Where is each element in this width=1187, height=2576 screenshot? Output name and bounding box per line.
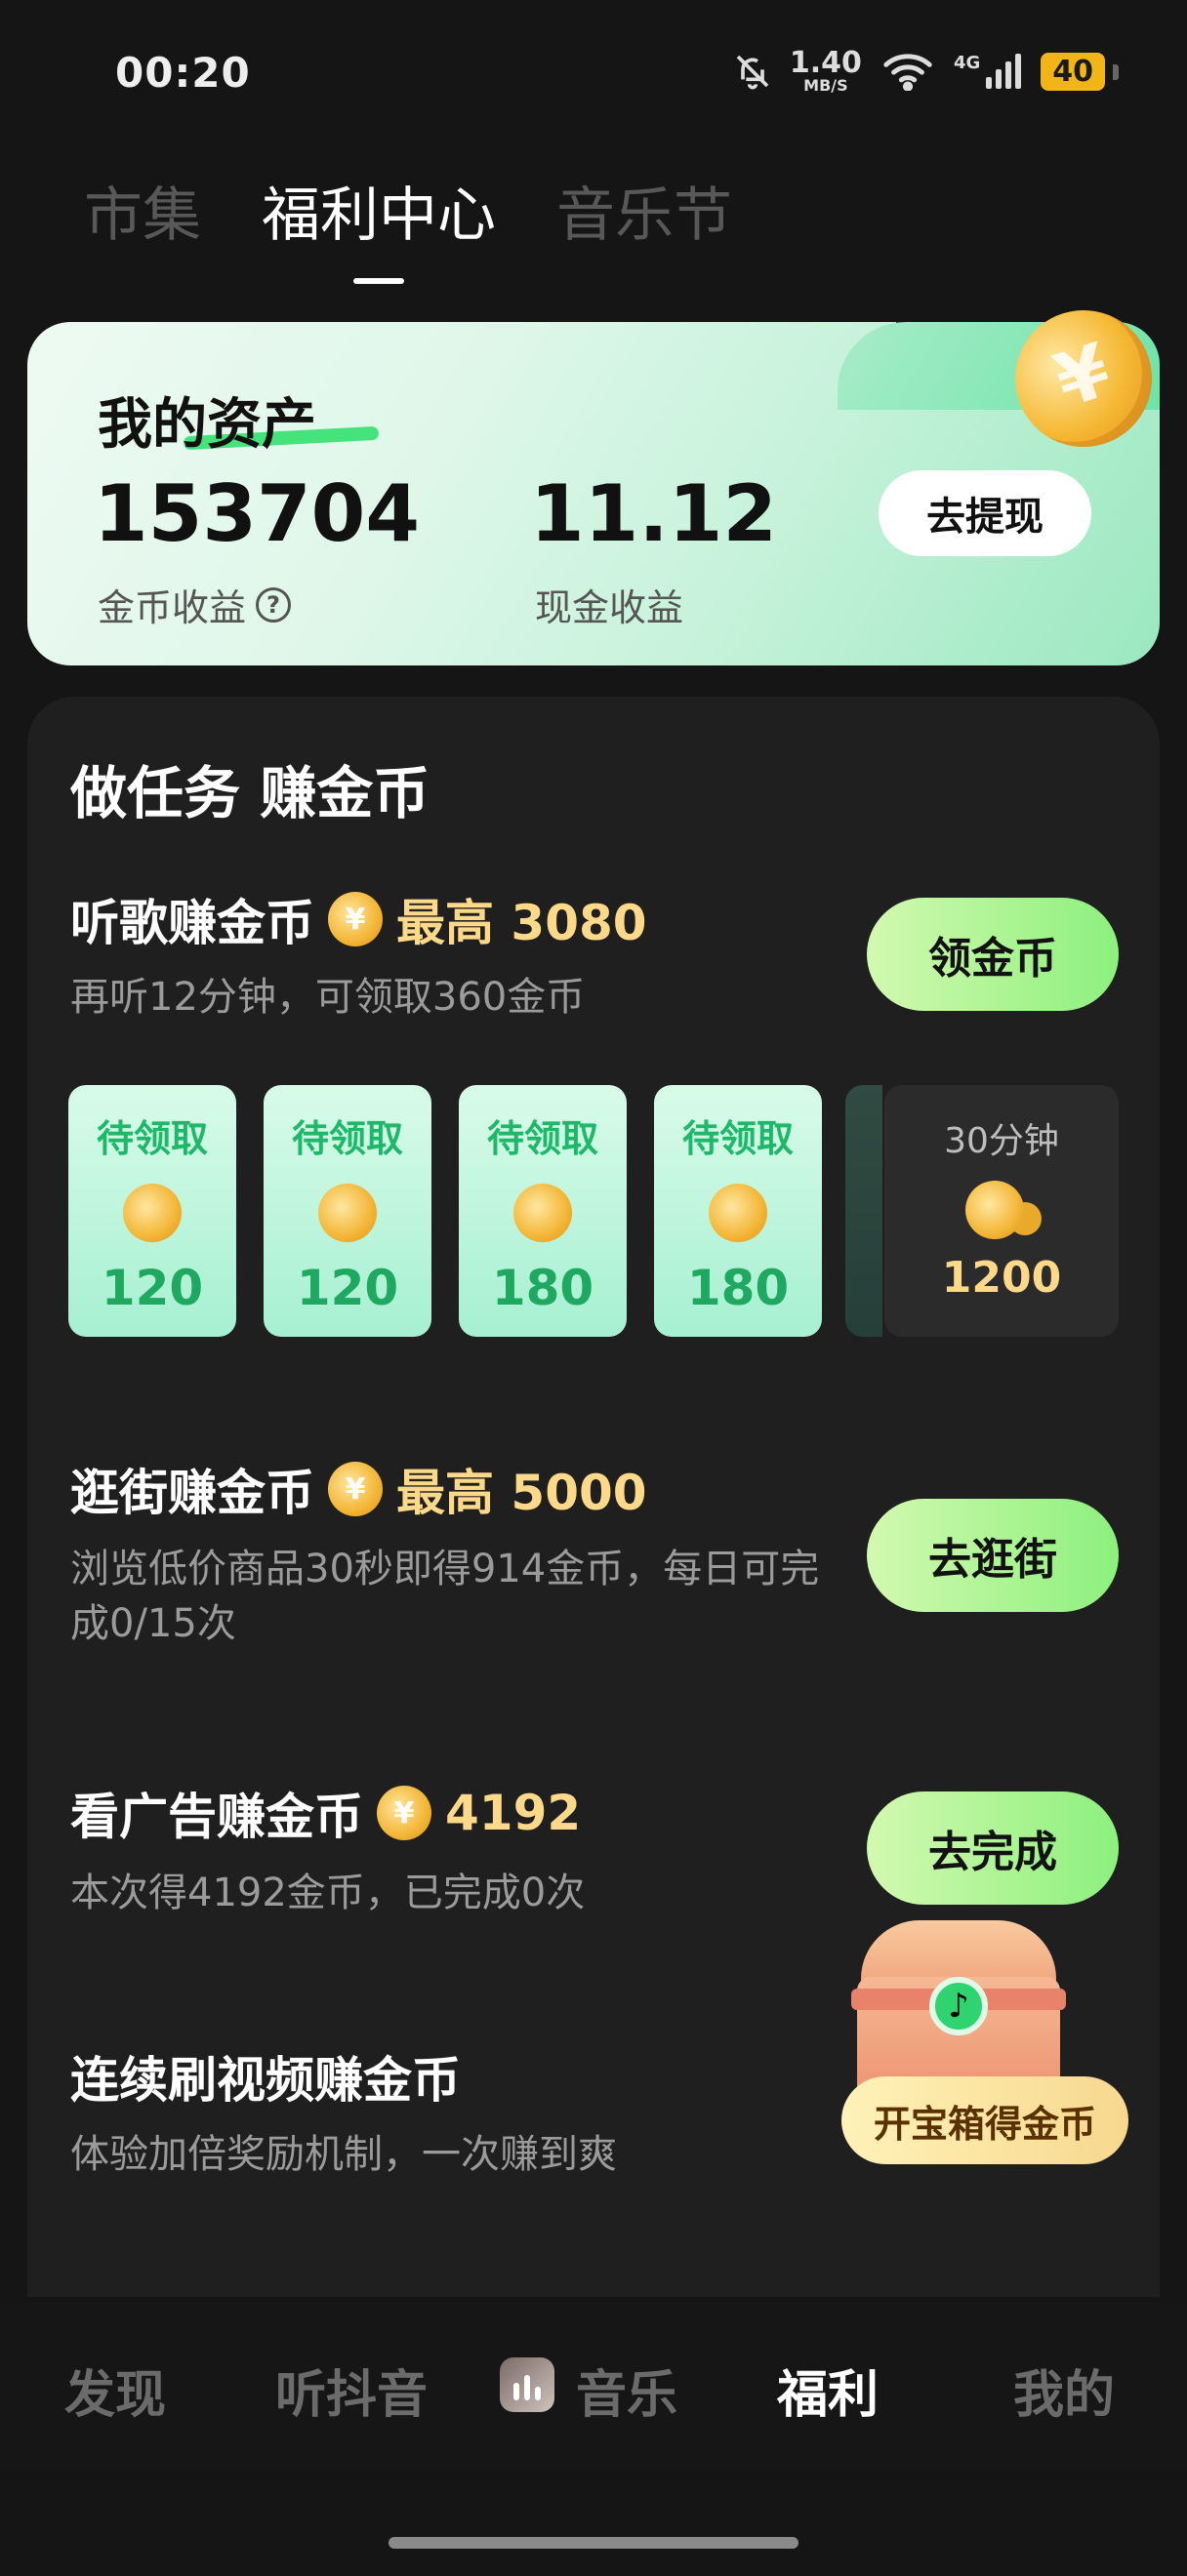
mute-bell-icon bbox=[736, 55, 769, 90]
nav-discover[interactable]: 发现 bbox=[64, 2354, 166, 2427]
ads-task-reward: 4192 bbox=[445, 1785, 582, 1841]
claim-coins-button[interactable]: 领金币 bbox=[867, 898, 1119, 1011]
nav-welfare[interactable]: 福利 bbox=[777, 2354, 879, 2427]
reward-tile[interactable]: 待领取 120 bbox=[68, 1085, 236, 1337]
tab-market[interactable]: 市集 bbox=[84, 168, 201, 253]
reward-tile-value: 120 bbox=[101, 1260, 204, 1316]
battery-icon: 40 bbox=[1041, 52, 1119, 91]
reward-tile[interactable]: 待领取 180 bbox=[459, 1085, 627, 1337]
video-task-title: 连续刷视频赚金币 bbox=[70, 2041, 461, 2112]
nav-mine[interactable]: 我的 bbox=[1013, 2354, 1115, 2427]
asset-card: 我的资产 153704 金币收益 ? 11.12 现金收益 去提现 bbox=[27, 322, 1160, 665]
status-icons: 1.40 MB/S 4G 40 bbox=[733, 49, 1119, 94]
coin-icon bbox=[123, 1184, 182, 1242]
reward-tile-value: 180 bbox=[491, 1260, 594, 1316]
status-time: 00:20 bbox=[115, 49, 251, 97]
coin-earnings-text: 金币收益 bbox=[98, 586, 247, 629]
listen-task-title: 听歌赚金币 ¥ 最高 3080 bbox=[70, 884, 647, 954]
shop-task-title: 逛街赚金币 ¥ 最高 5000 bbox=[70, 1454, 647, 1524]
coin-icon bbox=[513, 1184, 572, 1242]
video-task-desc: 体验加倍奖励机制，一次赚到爽 bbox=[70, 2132, 617, 2177]
nav-music[interactable]: 音乐 bbox=[576, 2354, 677, 2427]
withdraw-button[interactable]: 去提现 bbox=[879, 470, 1091, 556]
tasks-heading: 做任务 赚金币 bbox=[70, 760, 430, 826]
asset-title: 我的资产 bbox=[98, 393, 316, 457]
net-speed-value: 1.40 bbox=[789, 46, 862, 80]
net-speed-unit: MB/S bbox=[803, 76, 848, 95]
ads-task-desc: 本次得4192金币，已完成0次 bbox=[70, 1871, 586, 1915]
ads-task-label: 看广告赚金币 bbox=[70, 1789, 363, 1845]
nav-listen-douyin[interactable]: 听抖音 bbox=[275, 2354, 428, 2427]
tab-music-festival[interactable]: 音乐节 bbox=[556, 168, 732, 253]
reward-tile-value: 1200 bbox=[941, 1253, 1062, 1303]
listen-task-label: 听歌赚金币 bbox=[70, 895, 314, 951]
tab-welfare-center[interactable]: 福利中心 bbox=[262, 168, 496, 284]
listen-task-max: 最高 3080 bbox=[396, 895, 647, 951]
cash-earnings-value: 11.12 bbox=[530, 468, 778, 559]
coin-icon: ¥ bbox=[328, 1462, 383, 1516]
coin-icon: ¥ bbox=[377, 1786, 431, 1840]
coin-icon bbox=[318, 1184, 377, 1242]
reward-tile[interactable]: 待领取 180 bbox=[654, 1085, 822, 1337]
reward-tile-label: 待领取 bbox=[681, 1117, 794, 1160]
reward-tile-label: 待领取 bbox=[291, 1117, 403, 1160]
coin-icon bbox=[709, 1184, 767, 1242]
top-tabs: 市集 福利中心 音乐节 bbox=[84, 168, 732, 284]
reward-tile-label: 待领取 bbox=[96, 1117, 208, 1160]
complete-ads-button[interactable]: 去完成 bbox=[867, 1791, 1119, 1905]
network-type: 4G bbox=[953, 52, 981, 73]
cash-earnings-label: 现金收益 bbox=[535, 586, 684, 629]
listen-task-desc: 再听12分钟，可领取360金币 bbox=[70, 975, 586, 1020]
video-task-label: 连续刷视频赚金币 bbox=[70, 2052, 461, 2109]
reward-tile-value: 120 bbox=[296, 1260, 399, 1316]
reward-tile[interactable]: 待领取 120 bbox=[264, 1085, 431, 1337]
music-app-icon[interactable] bbox=[500, 2357, 554, 2412]
reward-tile-value: 180 bbox=[686, 1260, 790, 1316]
signal-icon bbox=[986, 54, 1022, 89]
help-icon[interactable]: ? bbox=[256, 586, 292, 623]
reward-tiles: 待领取 120 待领取 120 待领取 180 待领取 180 bbox=[68, 1085, 822, 1337]
open-chest-button[interactable]: 开宝箱得金币 bbox=[841, 2076, 1128, 2164]
coin-icon: ¥ bbox=[328, 892, 383, 946]
reward-tile-label: 30分钟 bbox=[944, 1121, 1059, 1161]
reward-tile-30min[interactable]: 30分钟 1200 bbox=[884, 1085, 1119, 1337]
net-speed: 1.40 MB/S bbox=[790, 49, 862, 94]
wifi-icon bbox=[883, 54, 932, 91]
home-indicator[interactable] bbox=[389, 2537, 798, 2549]
coin-earnings-value: 153704 bbox=[94, 468, 420, 559]
shop-task-label: 逛街赚金币 bbox=[70, 1465, 314, 1521]
shop-task-max: 最高 5000 bbox=[396, 1465, 647, 1521]
reward-tile-partial bbox=[845, 1085, 882, 1337]
coin-stack-icon bbox=[958, 1181, 1045, 1239]
coin-earnings-label: 金币收益 ? bbox=[98, 578, 292, 631]
shop-task-desc: 浏览低价商品30秒即得914金币，每日可完成0/15次 bbox=[70, 1547, 820, 1646]
reward-tile-label: 待领取 bbox=[486, 1117, 598, 1160]
go-shopping-button[interactable]: 去逛街 bbox=[867, 1499, 1119, 1612]
ads-task-title: 看广告赚金币 ¥ 4192 bbox=[70, 1778, 581, 1848]
